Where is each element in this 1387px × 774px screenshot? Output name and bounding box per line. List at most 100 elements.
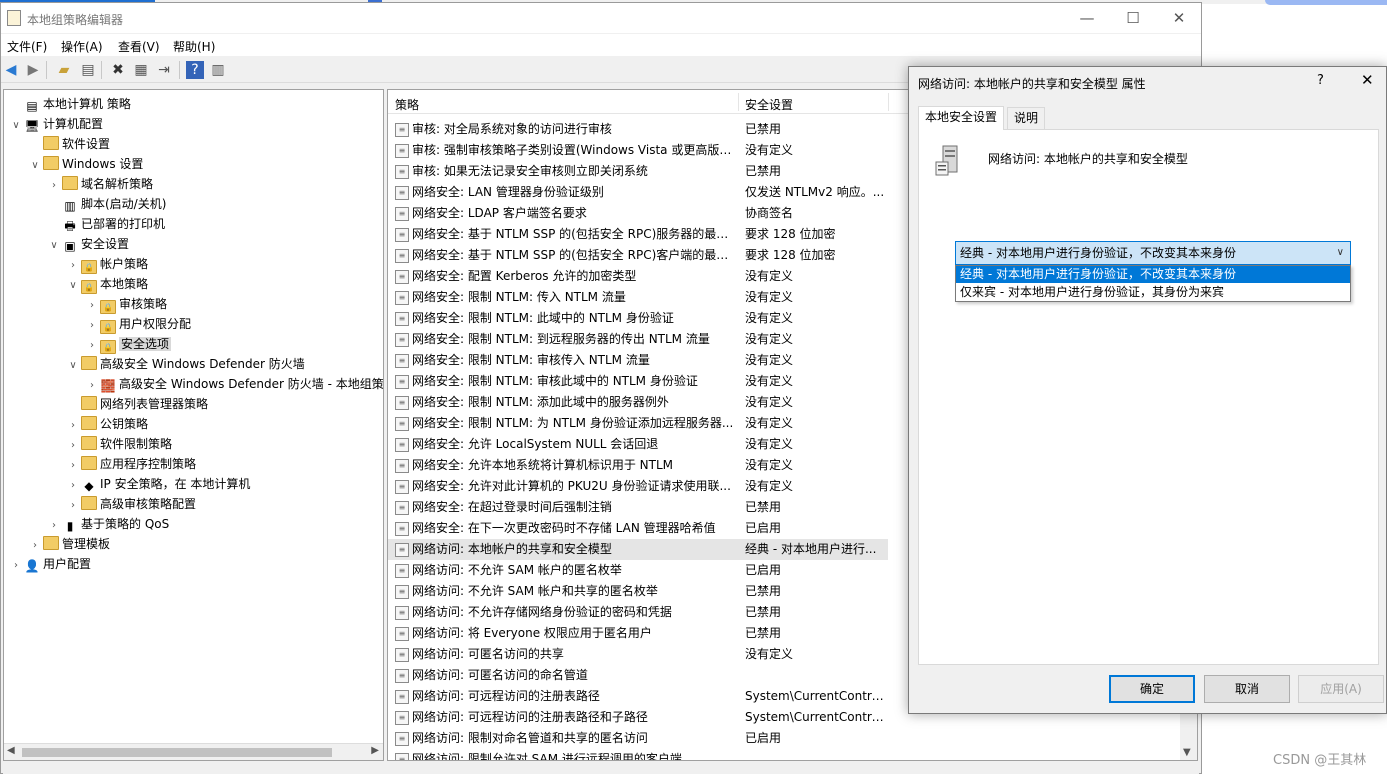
table-row[interactable]: ≡ 网络安全: 限制 NTLM: 审核传入 NTLM 流量 没有定义 xyxy=(388,350,888,371)
menu-help[interactable]: 帮助(H) xyxy=(173,38,215,55)
expand-icon[interactable]: › xyxy=(86,376,98,396)
tree-node[interactable]: ∨ 🖥 计算机配置 xyxy=(10,114,103,134)
table-row[interactable]: ≡ 网络安全: 在超过登录时间后强制注销 已禁用 xyxy=(388,497,888,518)
help-icon[interactable]: ? xyxy=(186,61,204,79)
tree-node[interactable]: › 软件限制策略 xyxy=(67,434,172,454)
maximize-icon[interactable]: ☐ xyxy=(1121,7,1145,29)
up-folder-icon[interactable]: ▰ xyxy=(55,61,73,79)
table-row[interactable]: ≡ 网络安全: 在下一次更改密码时不存储 LAN 管理器哈希值 已启用 xyxy=(388,518,888,539)
table-row[interactable]: ≡ 网络安全: LDAP 客户端签名要求 协商签名 xyxy=(388,203,888,224)
tree-node[interactable]: › 高级审核策略配置 xyxy=(67,494,196,514)
expand-icon[interactable]: › xyxy=(10,556,22,576)
collapse-icon[interactable]: ∨ xyxy=(29,156,41,176)
collapse-icon[interactable]: ∨ xyxy=(48,236,60,256)
menu-view[interactable]: 查看(V) xyxy=(118,38,160,55)
table-row[interactable]: ≡ 审核: 对全局系统对象的访问进行审核 已禁用 xyxy=(388,119,888,140)
table-row[interactable]: ≡ 网络访问: 可匿名访问的共享 没有定义 xyxy=(388,644,888,665)
table-row[interactable]: ≡ 网络安全: LAN 管理器身份验证级别 仅发送 NTLMv2 响应。... xyxy=(388,182,888,203)
table-row[interactable]: ≡ 网络安全: 基于 NTLM SSP 的(包括安全 RPC)客户端的最小... 要… xyxy=(388,245,888,266)
view-icon[interactable]: ▥ xyxy=(209,61,227,79)
minimize-icon[interactable]: — xyxy=(1075,7,1099,29)
table-row[interactable]: ≡ 审核: 强制审核策略子类别设置(Windows Vista 或更高版本... 没… xyxy=(388,140,888,161)
tree-node[interactable]: › 🧱 高级安全 Windows Defender 防火墙 - 本地组策 xyxy=(86,374,383,396)
tree-node[interactable]: › 🔒 用户权限分配 xyxy=(86,314,191,334)
option-guest-only[interactable]: 仅来宾 - 对本地用户进行身份验证，其身份为来宾 xyxy=(956,284,1350,301)
tree-node[interactable]: ▥ 脚本(启动/关机) xyxy=(48,194,166,214)
expand-icon[interactable]: › xyxy=(67,456,79,476)
scroll-right-icon[interactable]: ▶ xyxy=(371,745,379,756)
expand-icon[interactable]: › xyxy=(67,416,79,436)
tree-node[interactable]: › ▮ 基于策略的 QoS xyxy=(48,514,169,534)
tree-node[interactable]: › 管理模板 xyxy=(29,534,110,554)
expand-icon[interactable]: › xyxy=(86,296,98,316)
back-icon[interactable]: ◀ xyxy=(2,61,20,79)
cancel-button[interactable]: 取消 xyxy=(1204,675,1290,703)
dialog-close-icon[interactable]: ✕ xyxy=(1361,71,1374,89)
table-row[interactable]: ≡ 网络安全: 允许 LocalSystem NULL 会话回退 没有定义 xyxy=(388,434,888,455)
table-row[interactable]: ≡ 审核: 如果无法记录安全审核则立即关闭系统 已禁用 xyxy=(388,161,888,182)
table-row[interactable]: ≡ 网络访问: 不允许存储网络身份验证的密码和凭据 已禁用 xyxy=(388,602,888,623)
forward-icon[interactable]: ▶ xyxy=(24,61,42,79)
scroll-thumb[interactable] xyxy=(22,748,332,757)
expand-icon[interactable]: › xyxy=(67,476,79,496)
menu-file[interactable]: 文件(F) xyxy=(7,38,47,55)
table-row[interactable]: ≡ 网络安全: 限制 NTLM: 添加此域中的服务器例外 没有定义 xyxy=(388,392,888,413)
collapse-icon[interactable]: ∨ xyxy=(10,116,22,136)
tree-node[interactable]: › 公钥策略 xyxy=(67,414,148,434)
tab-local-security-setting[interactable]: 本地安全设置 xyxy=(918,106,1005,130)
expand-icon[interactable]: › xyxy=(67,436,79,456)
table-row[interactable]: ≡ 网络安全: 限制 NTLM: 到远程服务器的传出 NTLM 流量 没有定义 xyxy=(388,329,888,350)
tree-node[interactable]: ∨ 🔒 本地策略 xyxy=(67,274,148,294)
security-model-dropdown[interactable]: 经典 - 对本地用户进行身份验证，不改变其本来身份 ∨ xyxy=(955,241,1351,265)
tree-node[interactable]: › 域名解析策略 xyxy=(48,174,153,194)
table-row[interactable]: ≡ 网络安全: 允许对此计算机的 PKU2U 身份验证请求使用联... 没有定义 xyxy=(388,476,888,497)
table-row[interactable]: ≡ 网络安全: 限制 NTLM: 审核此域中的 NTLM 身份验证 没有定义 xyxy=(388,371,888,392)
table-row[interactable]: ≡ 网络安全: 配置 Kerberos 允许的加密类型 没有定义 xyxy=(388,266,888,287)
tree-node[interactable]: › 🔒 审核策略 xyxy=(86,294,167,314)
export-list-icon[interactable]: ⇥ xyxy=(155,61,173,79)
tree-node[interactable]: › 🔒 帐户策略 xyxy=(67,254,148,274)
scroll-down-icon[interactable]: ▼ xyxy=(1183,747,1191,758)
delete-icon[interactable]: ✖ xyxy=(109,61,127,79)
tree-node[interactable]: › ◆ IP 安全策略，在 本地计算机 xyxy=(67,474,250,494)
table-row[interactable]: ≡ 网络访问: 不允许 SAM 帐户和共享的匿名枚举 已禁用 xyxy=(388,581,888,602)
table-row[interactable]: ≡ 网络访问: 限制允许对 SAM 进行远程调用的客户端 xyxy=(388,749,888,760)
table-row[interactable]: ≡ 网络访问: 可远程访问的注册表路径 System\CurrentContro..… xyxy=(388,686,888,707)
table-row[interactable]: ≡ 网络安全: 允许本地系统将计算机标识用于 NTLM 没有定义 xyxy=(388,455,888,476)
tree-node[interactable]: › 🔒 安全选项 xyxy=(86,334,172,354)
tab-explain[interactable]: 说明 xyxy=(1007,107,1046,129)
tree-node[interactable]: ∨ 高级安全 Windows Defender 防火墙 xyxy=(67,354,305,374)
expand-icon[interactable]: › xyxy=(86,316,98,336)
collapse-icon[interactable]: ∨ xyxy=(67,356,79,376)
tree-node[interactable]: 网络列表管理器策略 xyxy=(67,394,208,414)
menu-action[interactable]: 操作(A) xyxy=(61,38,103,55)
tree-node[interactable]: ∨ Windows 设置 xyxy=(29,154,143,174)
table-row[interactable]: ≡ 网络访问: 可匿名访问的命名管道 xyxy=(388,665,888,686)
tree-node[interactable]: › 👤 用户配置 xyxy=(10,554,91,574)
tree-horizontal-scrollbar[interactable]: ◀ ▶ xyxy=(4,743,383,760)
expand-icon[interactable]: › xyxy=(48,176,60,196)
dialog-help-icon[interactable]: ? xyxy=(1317,73,1324,88)
tree-node[interactable]: 软件设置 xyxy=(29,134,110,154)
tree-node[interactable]: ▤ 本地计算机 策略 xyxy=(10,94,131,114)
column-header-setting[interactable]: 安全设置 xyxy=(745,96,793,113)
tree-node[interactable]: ∨ ▣ 安全设置 xyxy=(48,234,129,254)
table-row[interactable]: ≡ 网络访问: 将 Everyone 权限应用于匿名用户 已禁用 xyxy=(388,623,888,644)
expand-icon[interactable]: › xyxy=(67,496,79,516)
tree-node[interactable]: 🖶 已部署的打印机 xyxy=(48,214,165,234)
properties-icon[interactable]: ▦ xyxy=(132,61,150,79)
apply-button[interactable]: 应用(A) xyxy=(1298,675,1384,703)
collapse-icon[interactable]: ∨ xyxy=(67,276,79,296)
close-icon[interactable]: ✕ xyxy=(1167,7,1191,29)
expand-icon[interactable]: › xyxy=(67,256,79,276)
show-hide-tree-icon[interactable]: ▤ xyxy=(79,61,97,79)
table-row[interactable]: ≡ 网络访问: 限制对命名管道和共享的匿名访问 已启用 xyxy=(388,728,888,749)
table-row[interactable]: ≡ 网络安全: 限制 NTLM: 传入 NTLM 流量 没有定义 xyxy=(388,287,888,308)
table-row[interactable]: ≡ 网络安全: 限制 NTLM: 此域中的 NTLM 身份验证 没有定义 xyxy=(388,308,888,329)
ok-button[interactable]: 确定 xyxy=(1109,675,1195,703)
table-row[interactable]: ≡ 网络访问: 不允许 SAM 帐户的匿名枚举 已启用 xyxy=(388,560,888,581)
table-row[interactable]: ≡ 网络访问: 本地帐户的共享和安全模型 经典 - 对本地用户进行... xyxy=(388,539,888,560)
option-classic[interactable]: 经典 - 对本地用户进行身份验证，不改变其本来身份 xyxy=(956,266,1350,283)
expand-icon[interactable]: › xyxy=(29,536,41,556)
scroll-left-icon[interactable]: ◀ xyxy=(7,745,15,756)
